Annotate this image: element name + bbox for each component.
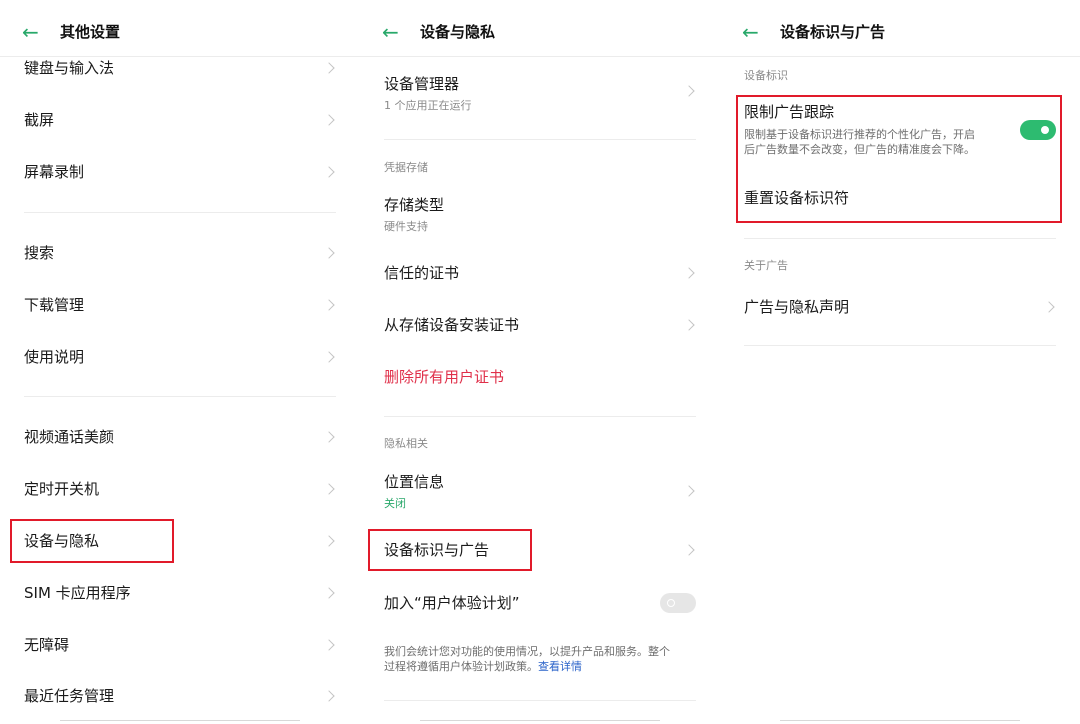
back-arrow-icon[interactable]: ← (742, 22, 759, 42)
chevron-right-icon (323, 431, 335, 443)
trusted-certs-item[interactable]: 信任的证书 (360, 248, 720, 298)
highlight-box (368, 529, 532, 571)
list-item-label: 设备管理器 (384, 75, 460, 93)
list-item-downloads[interactable]: 下载管理 (0, 280, 360, 330)
list-item-label: 存储类型 (384, 196, 445, 214)
chevron-right-icon (323, 535, 335, 547)
chevron-right-icon (323, 62, 335, 74)
list-item-video-beauty[interactable]: 视频通话美颜 (0, 412, 360, 462)
ux-plan-toggle[interactable] (660, 593, 696, 613)
chevron-right-icon (683, 485, 695, 497)
chevron-right-icon (683, 544, 695, 556)
list-item-label: SIM 卡应用程序 (24, 584, 131, 602)
list-item-screenshot[interactable]: 截屏 (0, 95, 360, 145)
list-item-sim-apps[interactable]: SIM 卡应用程序 (0, 568, 360, 618)
section-divider (744, 238, 1056, 239)
list-item-label: 从存储设备安装证书 (384, 316, 520, 334)
list-item-screen-record[interactable]: 屏幕录制 (0, 147, 360, 197)
chevron-right-icon (1043, 301, 1055, 313)
home-indicator (420, 720, 660, 721)
home-indicator (60, 720, 300, 721)
list-item-scheduled-power[interactable]: 定时开关机 (0, 464, 360, 514)
section-header-device-id: 设备标识 (744, 69, 788, 82)
list-item-label: 使用说明 (24, 348, 85, 366)
back-arrow-icon[interactable]: ← (382, 22, 399, 42)
install-certs-item[interactable]: 从存储设备安装证书 (360, 300, 720, 350)
chevron-right-icon (323, 351, 335, 363)
toggle-knob (667, 599, 675, 607)
list-item-label: 屏幕录制 (24, 163, 85, 181)
section-divider (744, 345, 1056, 346)
chevron-right-icon (323, 114, 335, 126)
section-divider (384, 139, 696, 140)
chevron-right-icon (683, 85, 695, 97)
list-item-accessibility[interactable]: 无障碍 (0, 620, 360, 670)
ux-plan-description: 我们会统计您对功能的使用情况，以提升产品和服务。整个 过程将遵循用户体验计划政策… (384, 644, 700, 674)
list-item-label: 下载管理 (24, 296, 85, 314)
header-divider (720, 56, 1080, 57)
view-details-link[interactable]: 查看详情 (538, 660, 582, 673)
list-item-keyboard[interactable]: 键盘与输入法 (0, 56, 360, 84)
device-privacy-screen: ← 设备与隐私 设备管理器 1 个应用正在运行 凭据存储 存储类型 硬件支持 信… (360, 0, 720, 724)
list-item-label: 定时开关机 (24, 480, 100, 498)
page-title: 设备与隐私 (420, 23, 496, 41)
list-item-label: 删除所有用户证书 (384, 368, 505, 386)
delete-certs-item[interactable]: 删除所有用户证书 (360, 352, 720, 402)
list-item-label: 截屏 (24, 111, 55, 129)
description-line: 我们会统计您对功能的使用情况，以提升产品和服务。整个 (384, 645, 670, 658)
list-item-label: 广告与隐私声明 (744, 298, 850, 316)
chevron-right-icon (323, 299, 335, 311)
device-id-ads-screen: ← 设备标识与广告 设备标识 限制广告跟踪 限制基于设备标识进行推荐的个性化广告… (720, 0, 1080, 724)
list-item-search[interactable]: 搜索 (0, 228, 360, 278)
chevron-right-icon (323, 690, 335, 702)
list-item-subtitle: 1 个应用正在运行 (384, 99, 472, 112)
list-item-label: 信任的证书 (384, 264, 460, 282)
chevron-right-icon (323, 483, 335, 495)
list-item-label: 位置信息 (384, 473, 445, 491)
chevron-right-icon (323, 247, 335, 259)
device-manager-item[interactable]: 设备管理器 1 个应用正在运行 (360, 66, 720, 120)
highlight-box (736, 95, 1062, 223)
description-text: 过程将遵循用户体验计划政策。 (384, 660, 538, 673)
list-item-subtitle: 硬件支持 (384, 220, 428, 233)
section-header-credentials: 凭据存储 (384, 161, 428, 174)
list-item-label: 无障碍 (24, 636, 70, 654)
list-item-recent-tasks[interactable]: 最近任务管理 (0, 672, 360, 720)
section-divider (384, 700, 696, 701)
other-settings-screen: ← 其他设置 键盘与输入法 截屏 屏幕录制 搜索 下载管理 使用说明 视频通话美… (0, 0, 360, 724)
section-header-about-ads: 关于广告 (744, 259, 788, 272)
chevron-right-icon (323, 166, 335, 178)
description-line: 过程将遵循用户体验计划政策。查看详情 (384, 659, 700, 674)
chevron-right-icon (323, 639, 335, 651)
storage-type-item: 存储类型 硬件支持 (360, 190, 720, 242)
list-item-subtitle: 关闭 (384, 497, 406, 510)
highlight-box (10, 519, 174, 563)
chevron-right-icon (683, 267, 695, 279)
section-header-privacy: 隐私相关 (384, 437, 428, 450)
list-item-label: 视频通话美颜 (24, 428, 115, 446)
section-divider (24, 212, 336, 213)
list-item-manual[interactable]: 使用说明 (0, 332, 360, 382)
list-item-label: 键盘与输入法 (24, 59, 115, 77)
header-divider (360, 56, 720, 57)
section-divider (24, 396, 336, 397)
ux-plan-item: 加入“用户体验计划” (360, 579, 720, 627)
section-divider (384, 416, 696, 417)
back-arrow-icon[interactable]: ← (22, 22, 39, 42)
list-item-label: 最近任务管理 (24, 687, 115, 705)
location-item[interactable]: 位置信息 关闭 (360, 464, 720, 518)
list-item-label: 搜索 (24, 244, 55, 262)
list-item-label: 加入“用户体验计划” (384, 594, 520, 612)
chevron-right-icon (683, 319, 695, 331)
page-title: 其他设置 (60, 23, 121, 41)
page-title: 设备标识与广告 (780, 23, 886, 41)
ad-privacy-statement-item[interactable]: 广告与隐私声明 (720, 282, 1080, 332)
home-indicator (780, 720, 1020, 721)
chevron-right-icon (323, 587, 335, 599)
